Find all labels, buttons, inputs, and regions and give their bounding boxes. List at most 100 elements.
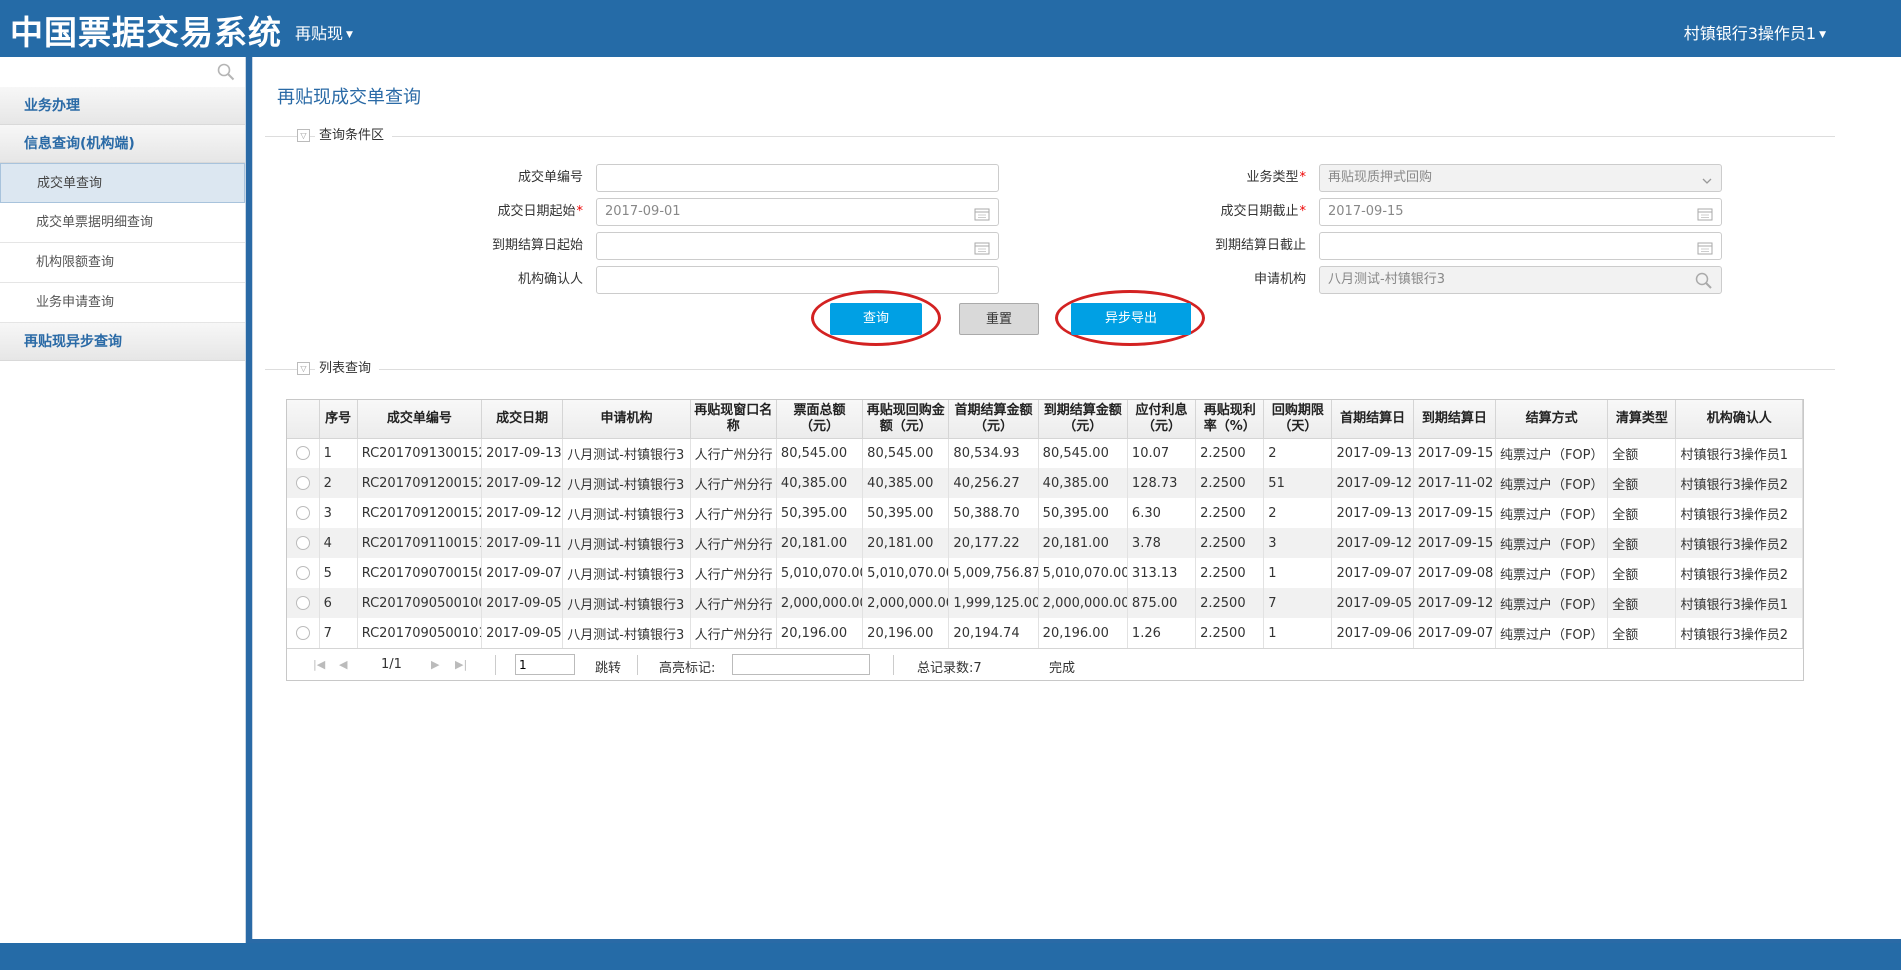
table-cell: 2017-09-12 — [1413, 588, 1496, 618]
confirmer-label-text: 机构确认人 — [517, 272, 583, 287]
query-section-header: ▽ 查询条件区 — [265, 126, 1835, 146]
table-row[interactable]: 1RC201709130015242017-09-13八月测试-村镇银行3人行广… — [287, 438, 1803, 468]
settle-from-input[interactable] — [596, 232, 999, 260]
row-radio[interactable] — [295, 536, 310, 550]
settle-to-label: 到期结算日截止 — [1136, 232, 1306, 260]
confirmer-input[interactable] — [596, 266, 999, 294]
row-radio[interactable] — [295, 506, 310, 520]
page-info: 1/1 — [381, 657, 402, 672]
calendar-icon[interactable] — [1697, 239, 1713, 265]
row-radio[interactable] — [295, 476, 310, 490]
last-page-icon[interactable]: ▶| — [455, 658, 467, 671]
column-header[interactable]: 回购期限（天） — [1263, 400, 1333, 439]
table-cell: 2,000,000.00 — [1038, 588, 1128, 618]
row-radio[interactable] — [295, 566, 310, 580]
column-header[interactable]: 清算类型 — [1607, 400, 1677, 439]
collapse-icon[interactable]: ▽ — [297, 362, 310, 375]
table-cell: 2017-11-02 — [1413, 468, 1496, 498]
required-mark: * — [576, 204, 584, 219]
settle-to-input[interactable] — [1319, 232, 1722, 260]
reset-button[interactable]: 重置 — [959, 303, 1039, 335]
rediscount-menu[interactable]: 再贴现 ▼ — [295, 20, 353, 44]
column-header[interactable]: 到期结算日 — [1413, 400, 1496, 439]
row-radio[interactable] — [295, 626, 310, 640]
table-row[interactable]: 2RC201709120015232017-09-12八月测试-村镇银行3人行广… — [287, 468, 1803, 498]
search-icon[interactable] — [1695, 272, 1713, 300]
sidebar-item-deal-bill-detail[interactable]: 成交单票据明细查询 — [0, 203, 245, 243]
calendar-icon[interactable] — [1697, 205, 1713, 231]
column-header[interactable]: 首期结算日 — [1331, 400, 1414, 439]
column-header[interactable]: 到期结算金额（元） — [1038, 400, 1128, 439]
row-radio[interactable] — [295, 596, 310, 610]
user-menu[interactable]: 村镇银行3操作员1 ▼ — [1684, 20, 1826, 44]
table-cell: RC20170907001501 — [357, 558, 483, 588]
column-header[interactable]: 成交日期 — [481, 400, 564, 439]
table-cell: 村镇银行3操作员1 — [1675, 438, 1803, 468]
column-header[interactable]: 机构确认人 — [1675, 400, 1803, 439]
table-cell: 80,545.00 — [776, 438, 864, 468]
row-select-cell — [287, 618, 320, 648]
sidebar-item-deal-query[interactable]: 成交单查询 — [0, 163, 245, 203]
column-header[interactable]: 首期结算金额（元） — [948, 400, 1039, 439]
status-text: 完成 — [1049, 661, 1076, 676]
date-from-input[interactable]: 2017-09-01 — [596, 198, 999, 226]
sidebar-group-async-query[interactable]: 再贴现异步查询 — [0, 323, 245, 361]
applicant-input[interactable]: 八月测试-村镇银行3 — [1319, 266, 1722, 294]
column-header[interactable]: 票面总额（元） — [776, 400, 864, 439]
table-cell: 2017-09-07 — [1331, 558, 1414, 588]
date-to-value: 2017-09-15 — [1328, 204, 1404, 219]
divider — [637, 655, 638, 675]
table-cell: RC20170905001011 — [357, 618, 483, 648]
column-header[interactable]: 结算方式 — [1495, 400, 1609, 439]
prev-page-icon[interactable]: ◀ — [339, 658, 347, 671]
table-row[interactable]: 4RC201709110015192017-09-11八月测试-村镇银行3人行广… — [287, 528, 1803, 558]
table-cell: RC20170913001524 — [357, 438, 483, 468]
first-page-icon[interactable]: |◀ — [313, 658, 325, 671]
pagination-bar: |◀ ◀ 1/1 ▶ ▶| 跳转 高亮标记: 总记录数:7 完成 — [287, 648, 1803, 680]
column-header[interactable]: 再贴现利率（%） — [1195, 400, 1265, 439]
biz-type-select[interactable]: 再贴现质押式回购 — [1319, 164, 1722, 192]
page-number-input[interactable] — [515, 654, 575, 675]
collapse-icon[interactable]: ▽ — [297, 129, 310, 142]
column-header[interactable]: 序号 — [319, 400, 358, 439]
sidebar-search-input[interactable] — [0, 57, 245, 87]
column-header[interactable]: 申请机构 — [562, 400, 691, 439]
table-cell: 3 — [319, 498, 358, 528]
deal-no-input[interactable] — [596, 164, 999, 192]
highlight-input[interactable] — [732, 654, 870, 675]
table-cell: 6 — [319, 588, 358, 618]
calendar-icon[interactable] — [974, 239, 990, 265]
date-from-value: 2017-09-01 — [605, 204, 681, 219]
rediscount-menu-label: 再贴现 — [295, 24, 344, 43]
table-row[interactable]: 3RC201709120015222017-09-12八月测试-村镇银行3人行广… — [287, 498, 1803, 528]
jump-button[interactable]: 跳转 — [595, 657, 621, 676]
table-cell: 51 — [1263, 468, 1333, 498]
calendar-icon[interactable] — [974, 205, 990, 231]
sidebar-group-info-query[interactable]: 信息查询(机构端) — [0, 125, 245, 163]
sidebar: 业务办理 信息查询(机构端) 成交单查询 成交单票据明细查询 机构限额查询 业务… — [0, 57, 246, 943]
column-header[interactable]: 应付利息（元） — [1127, 400, 1197, 439]
table-cell: 全额 — [1607, 558, 1677, 588]
column-header[interactable]: 再贴现窗口名称 — [690, 400, 777, 439]
query-button[interactable]: 查询 — [830, 303, 922, 335]
divider — [265, 369, 1835, 370]
search-icon[interactable] — [217, 63, 235, 85]
row-select-cell — [287, 558, 320, 588]
sidebar-item-limit-query[interactable]: 机构限额查询 — [0, 243, 245, 283]
table-row[interactable]: 5RC201709070015012017-09-07八月测试-村镇银行3人行广… — [287, 558, 1803, 588]
biz-type-label: 业务类型* — [1136, 164, 1306, 192]
table-cell: 2 — [1263, 498, 1333, 528]
chevron-down-icon — [1701, 171, 1713, 197]
date-to-input[interactable]: 2017-09-15 — [1319, 198, 1722, 226]
column-header[interactable]: 成交单编号 — [357, 400, 483, 439]
table-row[interactable]: 7RC201709050010112017-09-05八月测试-村镇银行3人行广… — [287, 618, 1803, 648]
column-header[interactable]: 再贴现回购金额（元） — [862, 400, 950, 439]
table-cell: 人行广州分行 — [690, 528, 777, 558]
row-radio[interactable] — [295, 446, 310, 461]
sidebar-group-business[interactable]: 业务办理 — [0, 87, 245, 125]
table-cell: 80,545.00 — [1038, 438, 1128, 468]
sidebar-item-application-query[interactable]: 业务申请查询 — [0, 283, 245, 323]
async-export-button[interactable]: 异步导出 — [1071, 303, 1191, 335]
table-row[interactable]: 6RC201709050010042017-09-05八月测试-村镇银行3人行广… — [287, 588, 1803, 618]
next-page-icon[interactable]: ▶ — [431, 658, 439, 671]
